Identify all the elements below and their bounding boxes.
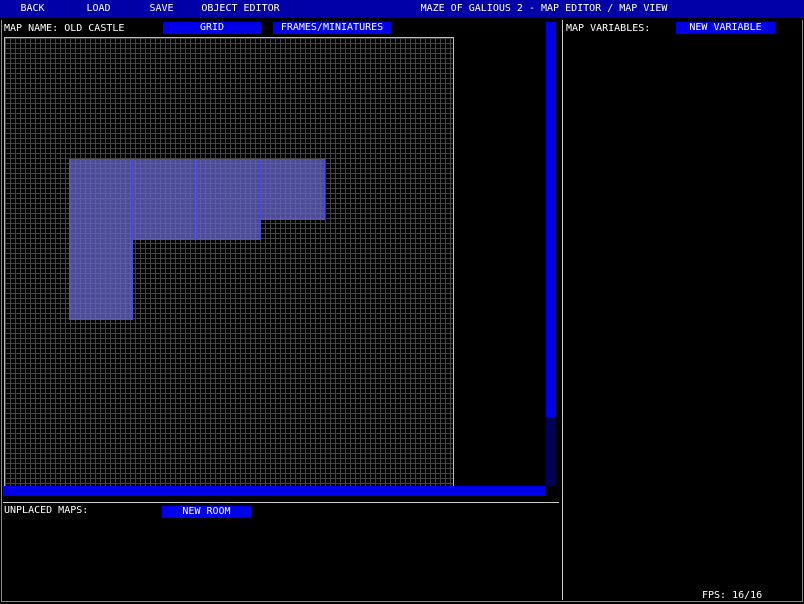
map-room[interactable]	[133, 159, 197, 200]
grid-button[interactable]: GRID	[163, 22, 261, 34]
load-button[interactable]: LOAD	[66, 0, 132, 18]
map-room[interactable]	[261, 199, 325, 220]
frame-left-border	[1, 20, 2, 602]
frame-bottom-border	[1, 601, 803, 602]
panel-divider-vertical	[562, 20, 563, 600]
map-variables-label: MAP VARIABLES:	[566, 23, 651, 34]
map-room[interactable]	[69, 199, 133, 320]
map-name-label: MAP NAME: OLD CASTLE	[4, 23, 125, 34]
back-button[interactable]: BACK	[0, 0, 66, 18]
map-room[interactable]	[133, 199, 197, 240]
new-room-button[interactable]: NEW ROOM	[162, 506, 251, 518]
save-button[interactable]: SAVE	[132, 0, 192, 18]
unplaced-maps-label: UNPLACED MAPS:	[4, 505, 89, 516]
map-room[interactable]	[197, 199, 261, 240]
frames-miniatures-button[interactable]: FRAMES/MINIATURES	[273, 22, 391, 34]
fps-counter: FPS: 16/16	[702, 590, 763, 601]
horizontal-scrollbar-thumb[interactable]	[3, 486, 545, 496]
vertical-scrollbar-thumb[interactable]	[546, 22, 556, 417]
map-room[interactable]	[197, 159, 261, 200]
window-title: MAZE OF GALIOUS 2 - MAP EDITOR / MAP VIE…	[420, 3, 668, 14]
map-grid-canvas[interactable]	[4, 37, 454, 487]
panel-divider-horizontal	[3, 502, 559, 503]
frame-right-border	[802, 20, 803, 602]
object-editor-button[interactable]: OBJECT EDITOR	[192, 0, 290, 18]
map-room[interactable]	[69, 159, 133, 200]
new-variable-button[interactable]: NEW VARIABLE	[676, 22, 775, 34]
map-room[interactable]	[261, 159, 325, 200]
